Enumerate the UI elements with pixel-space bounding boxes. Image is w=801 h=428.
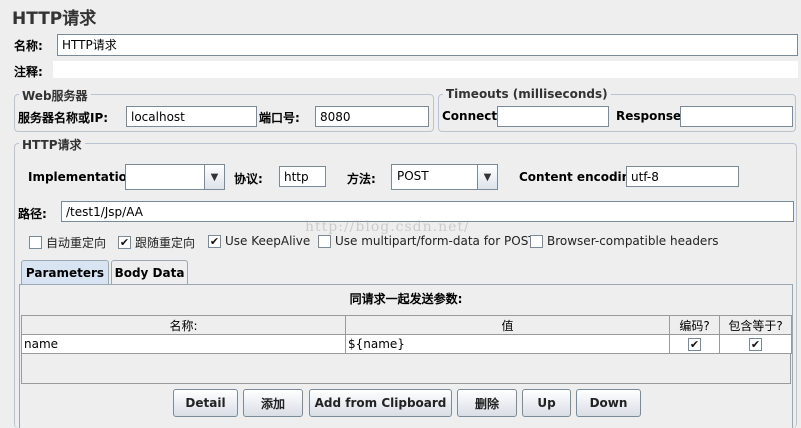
table-row[interactable]: name ${name} ✔ ✔ — [21, 334, 792, 354]
method-value: POST — [397, 169, 429, 183]
keepalive-checkbox[interactable]: ✔ Use KeepAlive — [208, 234, 310, 248]
auto-redirect-checkbox[interactable]: 自动重定向 — [29, 234, 106, 251]
column-header-value[interactable]: 值 — [345, 315, 670, 335]
checkbox-label: 自动重定向 — [46, 236, 107, 250]
name-field[interactable]: HTTP请求 — [57, 34, 798, 56]
checkbox-box[interactable] — [318, 234, 331, 248]
connect-label: Connect: — [442, 109, 502, 123]
implementation-label: Implementation: — [28, 170, 141, 184]
tab-body-data[interactable]: Body Data — [111, 260, 188, 284]
checkbox-label: Browser-compatible headers — [547, 234, 719, 248]
response-label: Response: — [616, 109, 686, 123]
protocol-field[interactable]: http — [279, 166, 326, 187]
params-table-area[interactable]: 名称: 值 编码? 包含等于? name ${name} ✔ ✔ — [21, 315, 792, 384]
delete-button[interactable]: 删除 — [457, 389, 517, 417]
column-header-encode[interactable]: 编码? — [669, 315, 720, 335]
implementation-select[interactable]: ▼ — [125, 164, 225, 190]
table-header-row: 名称: 值 编码? 包含等于? — [21, 315, 792, 335]
column-header-name[interactable]: 名称: — [21, 315, 346, 335]
server-name-label: 服务器名称或IP: — [18, 111, 109, 125]
down-button[interactable]: Down — [576, 389, 641, 417]
checkbox-box[interactable]: ✔ — [118, 236, 131, 249]
checkbox-box[interactable] — [530, 234, 543, 248]
protocol-label: 协议: — [234, 172, 263, 186]
name-label: 名称: — [14, 39, 43, 53]
checkbox-label: Use multipart/form-data for POST — [335, 234, 536, 248]
chevron-down-icon[interactable]: ▼ — [477, 165, 497, 189]
browser-headers-checkbox[interactable]: Browser-compatible headers — [530, 234, 719, 248]
param-include-equals-cell[interactable]: ✔ — [719, 334, 792, 354]
port-label: 端口号: — [259, 111, 300, 125]
multipart-checkbox[interactable]: Use multipart/form-data for POST — [318, 234, 536, 248]
parameters-panel: 同请求一起发送参数: 名称: 值 编码? 包含等于? name ${name} … — [19, 284, 793, 428]
add-button[interactable]: 添加 — [243, 389, 303, 417]
column-header-include-equals[interactable]: 包含等于? — [719, 315, 792, 335]
method-label: 方法: — [347, 172, 376, 186]
web-server-legend: Web服务器 — [19, 87, 91, 104]
connect-field[interactable] — [497, 106, 609, 127]
path-label: 路径: — [18, 207, 47, 221]
tab-parameters[interactable]: Parameters — [21, 260, 109, 284]
timeouts-legend: Timeouts (milliseconds) — [443, 87, 611, 101]
encoding-field[interactable]: utf-8 — [626, 166, 739, 187]
params-table: 名称: 值 编码? 包含等于? name ${name} ✔ ✔ — [21, 315, 792, 354]
page-title: HTTP请求 — [12, 9, 97, 29]
encoding-label: Content encoding: — [519, 170, 644, 184]
checkbox-label: Use KeepAlive — [225, 234, 311, 248]
comment-label: 注释: — [14, 65, 43, 79]
method-select[interactable]: POST ▼ — [391, 164, 498, 190]
include-equals-checkbox[interactable]: ✔ — [749, 338, 762, 351]
detail-button[interactable]: Detail — [173, 389, 238, 417]
comment-field[interactable] — [53, 61, 798, 78]
add-from-clipboard-button[interactable]: Add from Clipboard — [309, 389, 452, 417]
implementation-value — [126, 165, 204, 189]
follow-redirect-checkbox[interactable]: ✔ 跟随重定向 — [118, 234, 195, 251]
param-encode-cell[interactable]: ✔ — [669, 334, 720, 354]
checkbox-label: 跟随重定向 — [135, 236, 196, 250]
param-name-cell[interactable]: name — [21, 334, 346, 354]
chevron-down-icon[interactable]: ▼ — [204, 165, 224, 189]
checkbox-box[interactable]: ✔ — [208, 234, 221, 248]
params-heading: 同请求一起发送参数: — [349, 292, 463, 306]
watermark: http://blog.csdn.net/ — [305, 219, 470, 235]
checkbox-box[interactable] — [29, 236, 42, 249]
port-field[interactable]: 8080 — [315, 106, 429, 127]
encode-checkbox[interactable]: ✔ — [688, 338, 701, 351]
server-name-field[interactable]: localhost — [126, 106, 257, 127]
param-value-cell[interactable]: ${name} — [345, 334, 670, 354]
response-field[interactable] — [680, 106, 793, 127]
up-button[interactable]: Up — [522, 389, 571, 417]
http-request-legend: HTTP请求 — [19, 136, 85, 153]
